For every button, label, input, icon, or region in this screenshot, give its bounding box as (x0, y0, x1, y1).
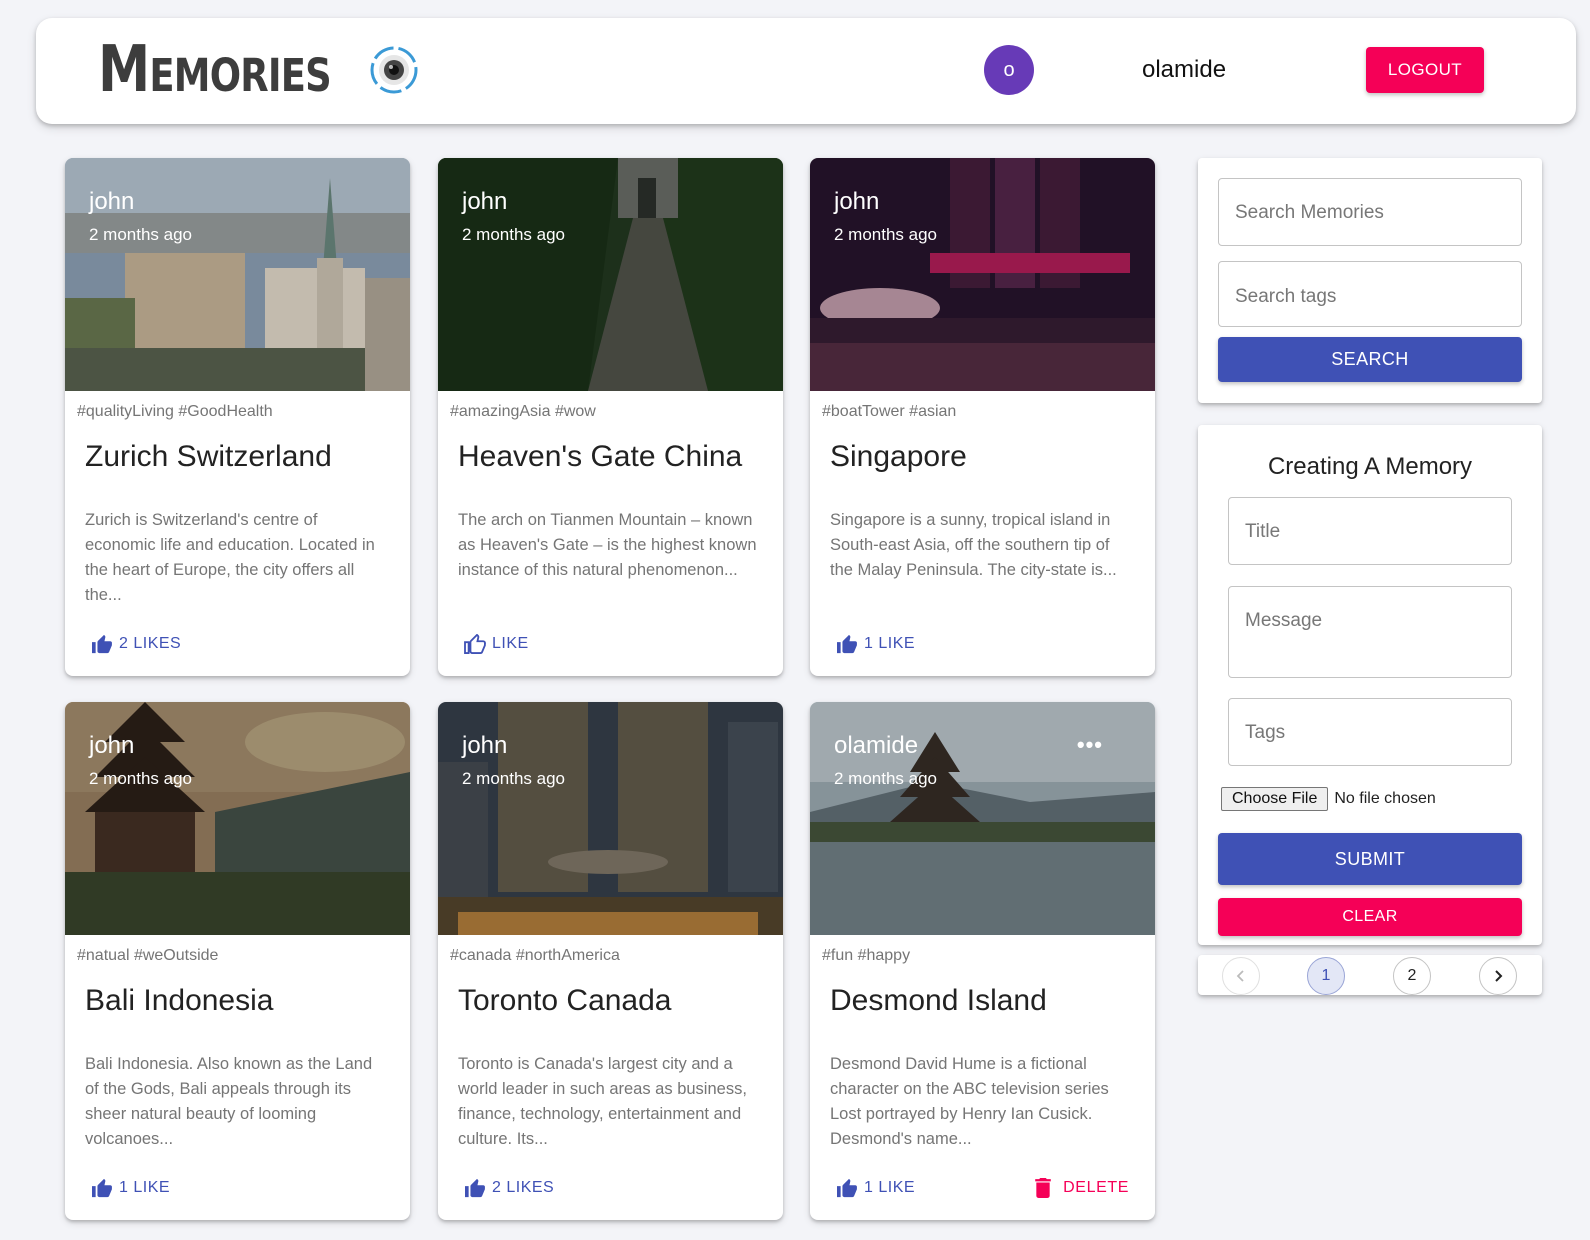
post-title: Singapore (830, 440, 967, 473)
post-time: 2 months ago (834, 225, 938, 244)
post-image: john 2 months ago (438, 158, 783, 391)
search-memories-placeholder: Search Memories (1235, 202, 1384, 223)
camera-lens-icon (369, 45, 419, 95)
delete-button[interactable]: DELETE (1035, 1178, 1129, 1198)
post-tags: #amazingAsia #wow (450, 403, 596, 420)
post-time: 2 months ago (462, 225, 566, 244)
avatar[interactable]: o (984, 45, 1034, 95)
post-tags: #boatTower #asian (822, 403, 957, 420)
app-bar: Memories o olamide LOGOUT (36, 18, 1576, 124)
thumb-up-outline-icon (464, 634, 486, 654)
logout-button[interactable]: LOGOUT (1366, 47, 1484, 93)
post-card[interactable]: john 2 months ago #natual #weOutside Bal… (65, 702, 410, 1220)
title-field[interactable]: Title (1228, 497, 1512, 565)
post-card[interactable]: john 2 months ago #qualityLiving #GoodHe… (65, 158, 410, 676)
chevron-right-icon (1495, 970, 1503, 982)
post-tags: #natual #weOutside (77, 947, 219, 964)
message-field[interactable]: Message (1228, 586, 1512, 678)
search-button[interactable]: SEARCH (1218, 337, 1522, 382)
post-title: Toronto Canada (458, 984, 672, 1017)
like-label: LIKE (492, 635, 529, 652)
submit-button[interactable]: SUBMIT (1218, 833, 1522, 885)
post-time: 2 months ago (462, 769, 566, 788)
post-time: 2 months ago (89, 225, 193, 244)
message-placeholder: Message (1245, 610, 1323, 631)
chevron-left-icon (1236, 970, 1244, 982)
like-label: 1 LIKE (864, 1179, 916, 1196)
post-image: olamide 2 months ago ••• (810, 702, 1155, 935)
post-creator: olamide (834, 732, 919, 759)
post-title: Heaven's Gate China (458, 440, 743, 473)
post-message: Desmond David Hume is a fictional charac… (830, 1055, 1109, 1148)
like-button[interactable]: 2 LIKES (91, 634, 181, 654)
post-creator: john (89, 188, 135, 215)
post-tags: #fun #happy (822, 947, 911, 964)
brand-title: Memories (98, 33, 332, 107)
post-message: Bali Indonesia. Also known as the Land o… (85, 1055, 373, 1148)
create-memory-form: Creating A Memory Title Message Tags Cho… (1198, 425, 1542, 945)
post-message: Zurich is Switzerland's centre of econom… (85, 511, 375, 604)
post-card[interactable]: john 2 months ago #canada #northAmerica … (438, 702, 783, 1220)
like-button[interactable]: LIKE (464, 634, 529, 654)
search-memories-input[interactable]: Search Memories (1218, 178, 1522, 246)
post-card[interactable]: john 2 months ago #boatTower #asian Sing… (810, 158, 1155, 676)
like-label: 1 LIKE (864, 635, 916, 652)
form-title: Creating A Memory (1267, 453, 1473, 480)
post-creator: john (462, 732, 508, 759)
post-image: john 2 months ago (65, 158, 410, 391)
like-label: 2 LIKES (119, 635, 182, 652)
file-upload: Choose File No file chosen (1221, 787, 1436, 811)
post-title: Desmond Island (830, 984, 1047, 1017)
post-tags: #canada #northAmerica (450, 947, 620, 964)
post-creator: john (834, 188, 880, 215)
post-time: 2 months ago (834, 769, 938, 788)
like-button[interactable]: 1 LIKE (91, 1178, 170, 1198)
trash-icon (1035, 1178, 1051, 1198)
post-creator: john (89, 732, 135, 759)
post-image: john 2 months ago (65, 702, 410, 935)
like-label: 2 LIKES (492, 1179, 555, 1196)
more-options-icon[interactable]: ••• (1077, 732, 1103, 758)
post-message: Toronto is Canada's largest city and a w… (458, 1055, 747, 1148)
pagination: 1 2 (1198, 955, 1542, 995)
brand[interactable]: Memories (98, 33, 382, 107)
post-image: john 2 months ago (438, 702, 783, 935)
like-label: 1 LIKE (119, 1179, 171, 1196)
thumb-up-icon (837, 634, 857, 654)
tags-placeholder: Tags (1245, 722, 1286, 743)
like-button[interactable]: 2 LIKES (464, 1178, 554, 1198)
post-title: Bali Indonesia (85, 984, 274, 1017)
post-creator: john (462, 188, 508, 215)
post-image: john 2 months ago (810, 158, 1155, 391)
post-message: The arch on Tianmen Mountain – known as … (458, 511, 757, 579)
delete-label: DELETE (1063, 1179, 1129, 1196)
like-button[interactable]: 1 LIKE (836, 1178, 915, 1198)
prev-page-button[interactable] (1222, 957, 1260, 995)
post-card[interactable]: olamide 2 months ago ••• #fun #happy Des… (810, 702, 1155, 1220)
choose-file-button[interactable]: Choose File (1221, 787, 1329, 811)
title-placeholder: Title (1245, 521, 1281, 542)
post-card[interactable]: john 2 months ago #amazingAsia #wow Heav… (438, 158, 783, 676)
post-time: 2 months ago (89, 769, 193, 788)
post-title: Zurich Switzerland (85, 440, 332, 473)
next-page-button[interactable] (1479, 957, 1517, 995)
like-button[interactable]: 1 LIKE (836, 634, 915, 654)
page-button-1[interactable]: 1 (1307, 957, 1345, 995)
username: olamide (1142, 56, 1227, 83)
thumb-up-icon (92, 1178, 112, 1198)
post-message: Singapore is a sunny, tropical island in… (830, 511, 1117, 579)
post-tags: #qualityLiving #GoodHealth (77, 403, 273, 420)
search-tags-input[interactable]: Search tags (1218, 261, 1522, 327)
page-button-2[interactable]: 2 (1393, 957, 1431, 995)
search-panel: Search Memories Search tags SEARCH (1198, 158, 1542, 403)
thumb-up-icon (92, 634, 112, 654)
search-tags-placeholder: Search tags (1235, 286, 1337, 307)
tags-field[interactable]: Tags (1228, 698, 1512, 766)
thumb-up-icon (465, 1178, 485, 1198)
thumb-up-icon (837, 1178, 857, 1198)
clear-button[interactable]: CLEAR (1218, 898, 1522, 936)
file-status: No file chosen (1334, 790, 1436, 807)
